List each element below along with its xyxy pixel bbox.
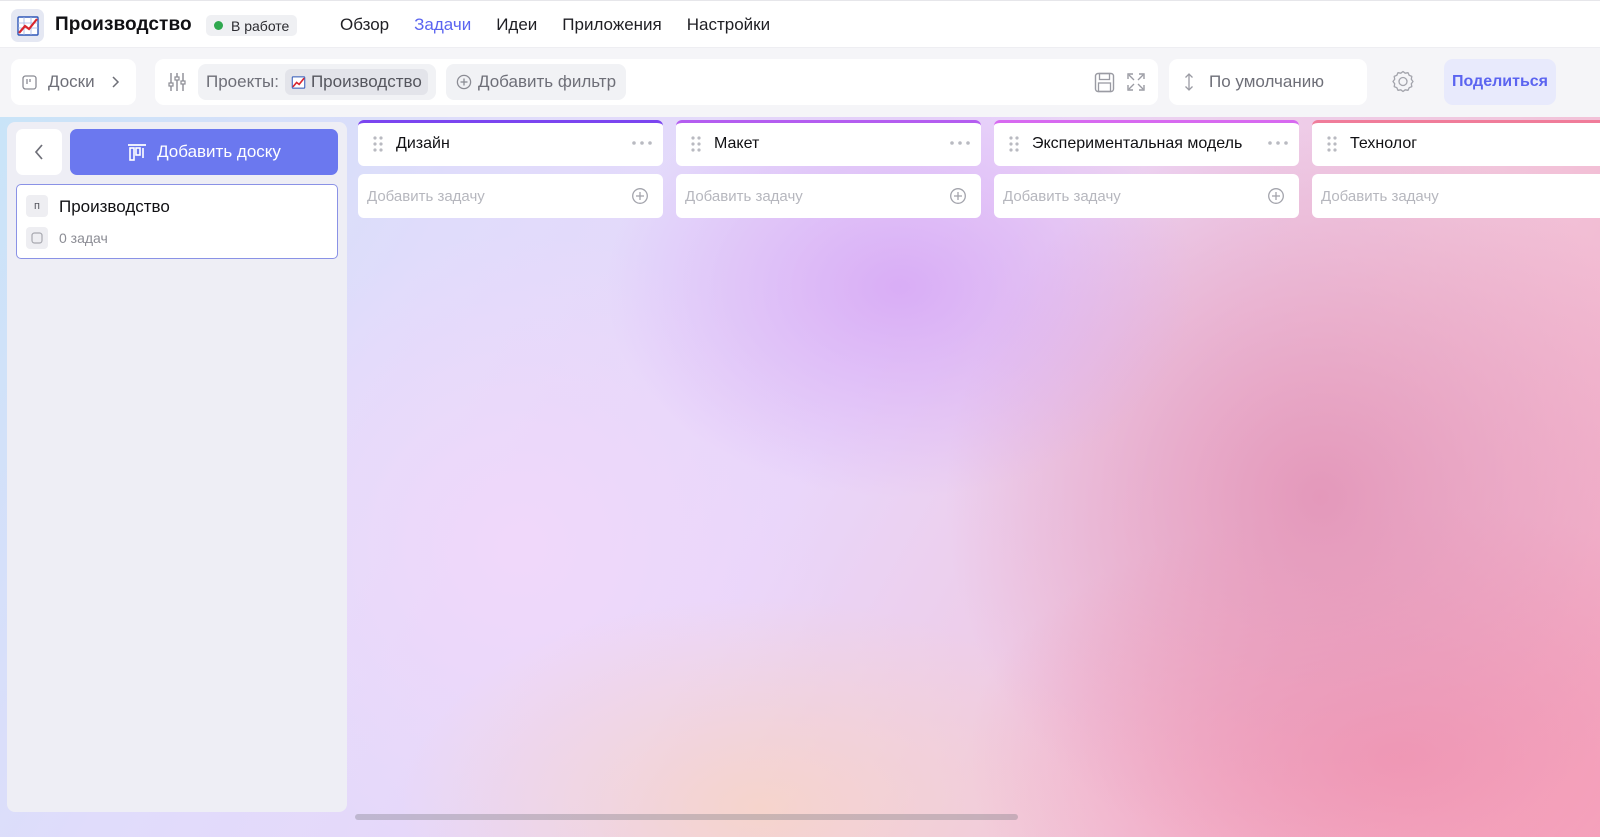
column-header[interactable]: Технолог [1312,120,1600,166]
add-task-input[interactable]: Добавить задачу [676,174,981,218]
more-dots-icon[interactable] [1267,136,1289,150]
drag-handle-icon[interactable] [372,135,384,153]
nav-ideas[interactable]: Идеи [496,15,537,35]
plus-circle-icon[interactable] [631,187,649,205]
add-task-placeholder: Добавить задачу [1003,188,1121,205]
save-icon[interactable] [1094,72,1115,93]
boards-breadcrumb[interactable]: Доски [11,59,136,105]
more-dots-icon[interactable] [631,136,653,150]
column-technologist: Технолог Добавить задачу [1312,120,1600,218]
column-header[interactable]: Макет [676,120,981,166]
top-header: Производство В работе Обзор Задачи Идеи … [0,0,1600,48]
board-canvas: Добавить доску п Производство 0 задач Ди… [0,117,1600,837]
collapse-sidebar-button[interactable] [16,129,62,175]
status-dot-icon [214,21,223,30]
plus-circle-icon[interactable] [949,187,967,205]
drag-handle-icon[interactable] [690,135,702,153]
add-filter-label: Добавить фильтр [478,72,617,91]
add-task-input[interactable]: Добавить задачу [358,174,663,218]
column-prototype: Экспериментальная модель Добавить задачу [994,120,1299,218]
board-card[interactable]: п Производство 0 задач [16,184,338,259]
add-task-placeholder: Добавить задачу [1321,188,1439,205]
add-board-button[interactable]: Добавить доску [70,129,338,175]
sort-label: По умолчанию [1209,72,1324,91]
project-logo-icon [291,75,306,89]
column-header[interactable]: Дизайн [358,120,663,166]
sort-arrows-icon [1185,73,1193,91]
tasks-checkbox-icon [26,227,48,249]
toolbar: Доски Проекты: Производство Добавить фил… [0,48,1600,117]
nav-overview[interactable]: Обзор [340,15,389,35]
add-board-label: Добавить доску [157,142,281,161]
more-dots-icon[interactable] [949,136,971,150]
plus-circle-icon [456,74,472,90]
add-board-icon [128,144,147,161]
projects-filter-chip[interactable]: Проекты: Производство [198,64,436,100]
column-title: Экспериментальная модель [1032,135,1243,152]
drag-handle-icon[interactable] [1008,135,1020,153]
nav-apps[interactable]: Приложения [562,15,661,35]
chevron-right-icon [112,76,119,88]
horizontal-scrollbar[interactable] [355,814,1018,820]
gear-icon[interactable] [1390,69,1416,95]
page-title: Производство [55,14,192,35]
drag-handle-icon[interactable] [1326,135,1338,153]
nav-tasks[interactable]: Задачи [414,15,471,35]
add-task-placeholder: Добавить задачу [685,188,803,205]
filter-bar: Проекты: Производство Добавить фильтр [155,59,1158,105]
board-task-count: 0 задач [59,230,108,246]
add-filter-button[interactable]: Добавить фильтр [446,64,627,100]
project-tag-label: Производство [310,72,422,91]
board-name: Производство [59,197,170,216]
column-title: Макет [714,135,760,152]
project-logo-icon[interactable] [11,9,44,42]
status-label: В работе [231,17,290,34]
fullscreen-icon[interactable] [1126,72,1146,92]
column-title: Технолог [1350,135,1418,152]
project-tag[interactable]: Производство [284,69,428,95]
column-title: Дизайн [396,135,450,152]
projects-label: Проекты: [206,72,279,91]
board-initial: п [26,195,48,217]
add-task-input[interactable]: Добавить задачу [994,174,1299,218]
plus-circle-icon[interactable] [1267,187,1285,205]
filter-settings-icon[interactable] [166,71,188,93]
share-button[interactable]: Поделиться [1444,59,1556,105]
sort-selector[interactable]: По умолчанию [1169,59,1367,105]
board-icon [22,74,37,90]
chevron-left-icon [34,144,43,160]
nav-settings[interactable]: Настройки [687,15,770,35]
boards-sidebar: Добавить доску п Производство 0 задач [7,122,347,812]
boards-label: Доски [48,72,95,91]
main-nav: Обзор Задачи Идеи Приложения Настройки [340,15,770,35]
column-header[interactable]: Экспериментальная модель [994,120,1299,166]
add-task-placeholder: Добавить задачу [367,188,485,205]
status-badge[interactable]: В работе [206,15,298,36]
add-task-input[interactable]: Добавить задачу [1312,174,1600,218]
column-layout: Макет Добавить задачу [676,120,981,218]
column-design: Дизайн Добавить задачу [358,120,663,218]
